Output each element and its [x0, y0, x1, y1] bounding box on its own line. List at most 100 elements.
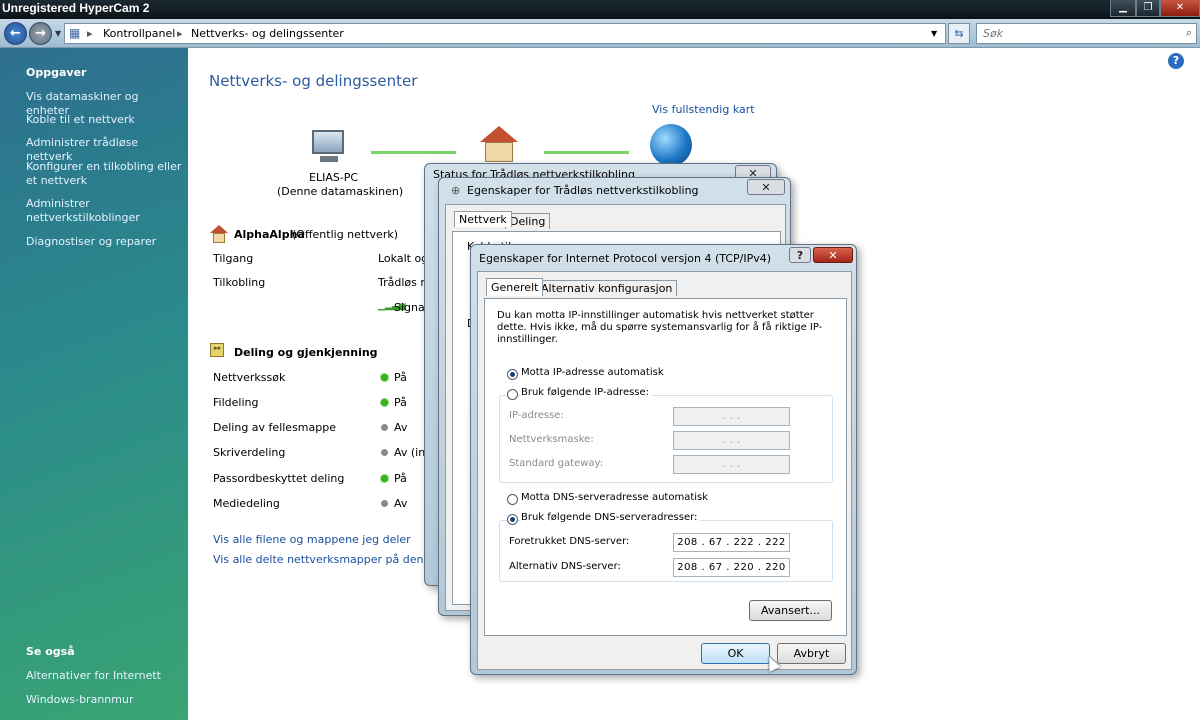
forward-arrow-icon: →: [35, 26, 46, 41]
ip-address-field[interactable]: . . .: [673, 407, 790, 426]
alternate-dns-field[interactable]: 208 . 67 . 220 . 220: [673, 558, 790, 577]
close-button[interactable]: ✕: [1160, 0, 1200, 17]
sharing-icon: ⚯: [210, 343, 224, 357]
connection-line: [371, 151, 456, 154]
network-house-icon: [210, 225, 228, 243]
shared-folders-link[interactable]: Vis alle delte nettverksmapper på denne …: [213, 553, 438, 566]
address-dropdown-icon[interactable]: ▼: [931, 29, 937, 38]
properties-dialog-title: Egenskaper for Trådløs nettverkstilkobli…: [467, 184, 699, 197]
sharing-status-public-folder: Av: [381, 421, 407, 434]
tab-alternative-config[interactable]: Alternativ konfigurasjon: [536, 280, 678, 296]
sharing-label-media: Mediedeling: [213, 497, 280, 510]
back-arrow-icon: ←: [10, 26, 21, 41]
preferred-dns-label: Foretrukket DNS-server:: [509, 536, 630, 547]
status-on-icon: [381, 475, 388, 482]
general-tab-panel: Du kan motta IP-innstillinger automatisk…: [484, 298, 847, 636]
signal-value: Signa: [394, 301, 425, 314]
control-panel-icon: ▦: [69, 26, 81, 40]
gateway-label: Standard gateway:: [509, 458, 604, 469]
network-type: (Offentlig nettverk): [292, 228, 398, 241]
address-bar[interactable]: ▦ ▸ Kontrollpanel ▸ Nettverks- og deling…: [64, 23, 946, 44]
sharing-label-file-sharing: Fildeling: [213, 396, 259, 409]
status-on-icon: [381, 374, 388, 381]
sharing-label-public-folder: Deling av fellesmappe: [213, 421, 336, 434]
tasks-heading: Oppgaver: [26, 66, 87, 79]
tab-sharing[interactable]: Deling: [505, 213, 551, 229]
sharing-status-printer: Av (in: [381, 446, 425, 459]
ok-button[interactable]: OK: [701, 643, 770, 664]
ipv4-close-button[interactable]: ✕: [813, 247, 853, 263]
help-button[interactable]: ?: [789, 247, 811, 263]
sidebar-item-manage-connections[interactable]: Administrer nettverkstilkoblinger: [26, 197, 146, 225]
properties-close-button[interactable]: ✕: [747, 179, 785, 195]
ipv4-dialog-title: Egenskaper for Internet Protocol versjon…: [479, 252, 772, 265]
ipv4-client: Generelt Alternativ konfigurasjon Du kan…: [477, 271, 852, 670]
status-off-icon: [381, 424, 388, 431]
sharing-label-network-discovery: Nettverkssøk: [213, 371, 286, 384]
manual-ip-label[interactable]: Bruk følgende IP-adresse:: [521, 387, 653, 398]
auto-dns-label[interactable]: Motta DNS-serveradresse automatisk: [521, 492, 708, 503]
status-on-icon: [381, 399, 388, 406]
manual-dns-label[interactable]: Bruk følgende DNS-serveradresser:: [521, 512, 701, 523]
sharing-heading: Deling og gjenkjenning: [234, 346, 378, 359]
maximize-button[interactable]: ❐: [1136, 0, 1160, 17]
status-off-icon: [381, 449, 388, 456]
cancel-button[interactable]: Avbryt: [777, 643, 846, 664]
advanced-button[interactable]: Avansert...: [749, 600, 832, 621]
sharing-label-printer: Skriverdeling: [213, 446, 286, 459]
sharing-label-password: Passordbeskyttet deling: [213, 472, 345, 485]
sharing-status-network-discovery: På: [381, 371, 407, 384]
see-also-heading: Se også: [26, 645, 75, 658]
minimize-button[interactable]: ▁: [1110, 0, 1136, 17]
globe-icon: [650, 124, 692, 166]
shared-files-link[interactable]: Vis alle filene og mappene jeg deler: [213, 533, 411, 546]
sidebar-item-setup-connection[interactable]: Konfigurer en tilkobling eller et nettve…: [26, 160, 184, 188]
auto-ip-radio[interactable]: [507, 369, 518, 380]
search-input[interactable]: Søk ⌕: [976, 23, 1197, 44]
breadcrumb-control-panel[interactable]: Kontrollpanel: [103, 27, 175, 40]
hypercam-watermark: Unregistered HyperCam 2: [2, 1, 150, 15]
forward-button[interactable]: →: [29, 22, 52, 45]
search-placeholder: Søk: [983, 27, 1004, 40]
task-sidebar: Oppgaver Vis datamaskiner og enheter Kob…: [0, 48, 188, 720]
breadcrumb-separator[interactable]: ▸: [87, 27, 93, 40]
access-label: Tilgang: [213, 252, 254, 265]
breadcrumb-network-center[interactable]: Nettverks- og delingssenter: [191, 27, 344, 40]
tab-network[interactable]: Nettverk: [454, 211, 512, 227]
navigation-bar: ← → ▼ ▦ ▸ Kontrollpanel ▸ Nettverks- og …: [0, 19, 1200, 48]
preferred-dns-field[interactable]: 208 . 67 . 222 . 222: [673, 533, 790, 552]
back-button[interactable]: ←: [4, 22, 27, 45]
gateway-field[interactable]: . . .: [673, 455, 790, 474]
sharing-status-password: På: [381, 472, 407, 485]
sidebar-item-connect-network[interactable]: Koble til et nettverk: [26, 113, 181, 127]
subnet-mask-label: Nettverksmaske:: [509, 434, 594, 445]
page-title: Nettverks- og delingssenter: [209, 72, 418, 90]
connection-value: Trådløs n: [378, 276, 428, 289]
manual-ip-radio[interactable]: [507, 389, 518, 400]
breadcrumb-separator[interactable]: ▸: [177, 27, 183, 40]
search-icon[interactable]: ⌕: [1186, 26, 1192, 40]
refresh-button[interactable]: ⇆: [948, 23, 970, 44]
recent-pages-dropdown[interactable]: ▼: [55, 29, 61, 38]
sidebar-item-diagnose[interactable]: Diagnostiser og reparer: [26, 235, 181, 249]
help-icon[interactable]: ?: [1168, 53, 1184, 69]
auto-dns-radio[interactable]: [507, 494, 518, 505]
computer-name: ELIAS-PC: [309, 171, 359, 184]
computer-subtitle: (Denne datamaskinen): [277, 185, 404, 198]
tab-general[interactable]: Generelt: [486, 278, 544, 296]
access-value: Lokalt og: [378, 252, 429, 265]
manual-dns-radio[interactable]: [507, 514, 518, 525]
sharing-status-media: Av: [381, 497, 407, 510]
ip-address-label: IP-adresse:: [509, 410, 564, 421]
sidebar-item-firewall[interactable]: Windows-brannmur: [26, 693, 133, 707]
computer-icon: [308, 128, 348, 166]
sidebar-item-internet-options[interactable]: Alternativer for Internett: [26, 669, 161, 683]
alternate-dns-label: Alternativ DNS-server:: [509, 561, 621, 572]
house-icon: [478, 126, 520, 164]
full-map-link[interactable]: Vis fullstendig kart: [652, 103, 755, 116]
subnet-mask-field[interactable]: . . .: [673, 431, 790, 450]
sharing-status-file-sharing: På: [381, 396, 407, 409]
ipv4-dialog: Egenskaper for Internet Protocol versjon…: [470, 244, 857, 675]
status-off-icon: [381, 500, 388, 507]
auto-ip-label[interactable]: Motta IP-adresse automatisk: [521, 367, 664, 378]
